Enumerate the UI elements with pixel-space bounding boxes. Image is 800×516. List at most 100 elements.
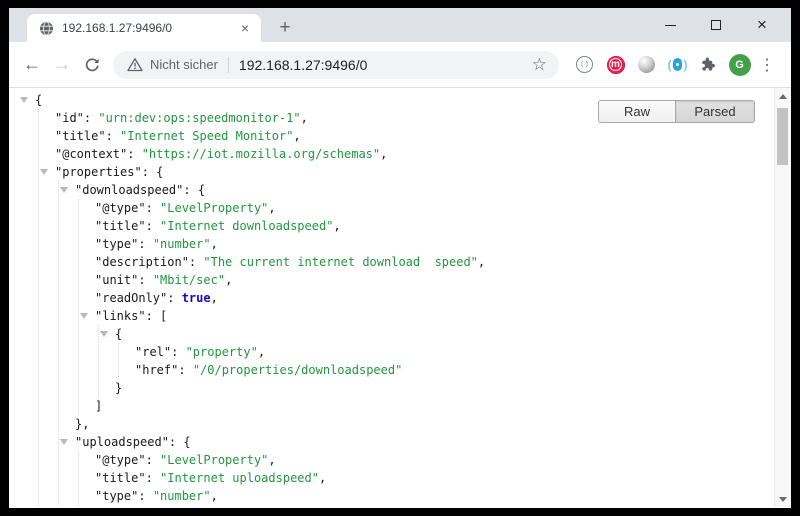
page-content: Raw Parsed {"id": "urn:dev:ops:speedmoni… [9, 88, 791, 507]
audio-wave-left: ( [668, 58, 672, 72]
browser-menu-button[interactable]: ⋮ [755, 55, 779, 75]
json-token: , [211, 489, 218, 503]
json-line: "readOnly": true, [9, 289, 774, 307]
json-token: "@type" [95, 201, 146, 215]
bookmark-star-icon[interactable]: ☆ [532, 55, 547, 75]
puzzle-icon [700, 56, 717, 73]
json-token: "Internet downloadspeed" [160, 219, 333, 233]
security-warning-icon[interactable] [127, 57, 143, 72]
json-token: "number" [153, 489, 211, 503]
json-token: : [146, 219, 160, 233]
json-token: : [167, 291, 181, 305]
json-token: : [189, 255, 203, 269]
json-token: { [115, 327, 122, 341]
json-token: "property" [186, 345, 258, 359]
browser-toolbar: ← → Nicht sicher 192.168.1.27:9496/0 ☆ [9, 42, 791, 88]
maximize-button[interactable] [693, 12, 739, 38]
close-button[interactable]: × [739, 12, 785, 38]
json-token: "title" [95, 471, 146, 485]
json-token: "LevelProperty" [160, 201, 268, 215]
profile-avatar: G [729, 54, 751, 76]
scrollbar[interactable] [774, 88, 791, 507]
json-token: , [211, 291, 218, 305]
url-text[interactable]: 192.168.1.27:9496/0 [239, 57, 532, 73]
collapse-arrow-icon[interactable] [60, 439, 68, 445]
json-line: } [9, 379, 774, 397]
json-token: : [127, 147, 141, 161]
json-token: : { [169, 435, 191, 449]
security-label[interactable]: Nicht sicher [150, 57, 218, 72]
json-token: "type" [95, 237, 138, 251]
collapse-arrow-icon[interactable] [40, 169, 48, 175]
tab-title: 192.168.1.27:9496/0 [62, 21, 237, 35]
sphere-extension-button[interactable] [631, 56, 662, 73]
audio-core [673, 58, 682, 71]
json-token: "description" [95, 255, 189, 269]
globe-favicon-icon [39, 21, 54, 36]
json-token: , [301, 111, 308, 125]
json-token: "downloadspeed" [75, 183, 183, 197]
collapse-arrow-icon[interactable] [100, 331, 108, 337]
m-extension-button[interactable]: m [600, 56, 631, 74]
json-token: : { [142, 165, 164, 179]
json-token: , [225, 273, 232, 287]
minimize-icon [665, 25, 676, 26]
browser-tab[interactable]: 192.168.1.27:9496/0 × [27, 14, 261, 42]
json-token: : [106, 129, 120, 143]
json-token: : [171, 345, 185, 359]
json-token: , [319, 471, 326, 485]
json-token: : [ [146, 309, 168, 323]
audio-wave-right: ) [684, 58, 688, 72]
json-token: } [115, 381, 122, 395]
json-token: , [333, 219, 340, 233]
json-token: true [182, 291, 211, 305]
json-token: "@context" [55, 147, 127, 161]
json-token: "rel" [135, 345, 171, 359]
json-token: "href" [135, 363, 178, 377]
tab-close-icon[interactable]: × [237, 20, 253, 36]
scroll-up-button[interactable] [775, 88, 791, 104]
json-token: "https://iot.mozilla.org/schemas" [142, 147, 380, 161]
scrollbar-thumb[interactable] [777, 108, 788, 165]
collapse-arrow-icon[interactable] [60, 187, 68, 193]
json-line: "@context": "https://iot.mozilla.org/sch… [9, 145, 774, 163]
json-token: "The current internet download speed" [203, 255, 478, 269]
json-token: : [146, 453, 160, 467]
circle-extension-button[interactable]: (·) [569, 56, 600, 73]
json-token: "Internet Speed Monitor" [120, 129, 293, 143]
extensions-menu-button[interactable] [693, 56, 724, 73]
json-token: "unit" [95, 273, 138, 287]
json-token: "type" [95, 489, 138, 503]
json-line: }, [9, 415, 774, 433]
circle-extension-icon: (·) [576, 56, 593, 73]
json-line: "type": "number", [9, 235, 774, 253]
json-line: "@type": "LevelProperty", [9, 451, 774, 469]
parsed-button[interactable]: Parsed [676, 100, 755, 123]
json-line: "unit": "Mbit/sec", [9, 271, 774, 289]
json-line: "title": "Internet downloadspeed", [9, 217, 774, 235]
json-token: "title" [95, 219, 146, 233]
collapse-arrow-icon[interactable] [80, 313, 88, 319]
raw-button[interactable]: Raw [598, 100, 676, 123]
collapse-arrow-icon[interactable] [20, 97, 28, 103]
json-line: "uploadspeed": { [9, 433, 774, 451]
scroll-down-button[interactable] [775, 491, 791, 507]
reload-button[interactable] [77, 57, 107, 73]
json-token: , [268, 201, 275, 215]
json-token: "id" [55, 111, 84, 125]
forward-button[interactable]: → [47, 54, 77, 75]
address-bar[interactable]: Nicht sicher 192.168.1.27:9496/0 ☆ [113, 51, 559, 79]
json-line: { [9, 325, 774, 343]
minimize-button[interactable] [647, 12, 693, 38]
json-token: , [478, 255, 485, 269]
json-token: : [138, 237, 152, 251]
browser-window: 192.168.1.27:9496/0 × + × ← → [9, 8, 791, 508]
back-button[interactable]: ← [17, 54, 47, 75]
audio-extension-button[interactable]: ( ) [662, 56, 693, 74]
m-extension-icon: m [607, 56, 625, 74]
json-token: "Mbit/sec" [153, 273, 225, 287]
new-tab-button[interactable]: + [272, 15, 298, 41]
profile-button[interactable]: G [724, 54, 755, 76]
json-token: "links" [95, 309, 146, 323]
window-controls: × [647, 8, 785, 42]
